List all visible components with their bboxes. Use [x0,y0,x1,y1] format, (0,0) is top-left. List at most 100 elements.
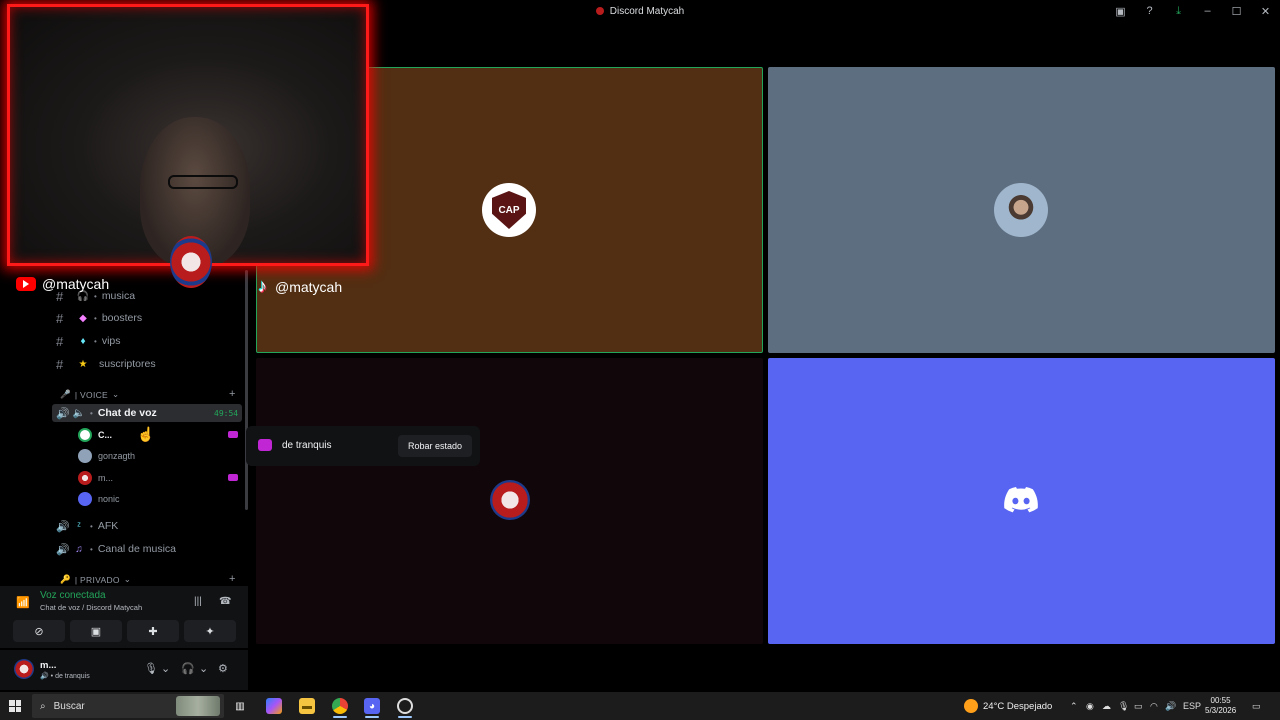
channel-vips[interactable]: # ♦ • vips [56,331,121,351]
search-highlight-image [176,696,220,716]
disconnect-icon[interactable]: ☎ [219,596,231,607]
battery-icon[interactable]: ▭ [1134,701,1143,712]
tiktok-handle: ♪ @matycah [258,276,343,296]
cap-avatar: CAP [482,183,536,237]
voice-member[interactable]: gonzagth [78,446,135,466]
webcam-overlay [7,4,369,266]
discord-taskbar-icon[interactable]: ◕ [364,698,380,714]
close-icon[interactable]: ✕ [1251,0,1280,22]
boost-icon: ◆ [79,312,87,324]
notifications-icon[interactable]: ▭ [1252,701,1261,712]
soundboard-icon: ✦ [205,625,215,638]
help-icon[interactable]: ? [1135,0,1164,22]
matycah-logo [170,236,212,288]
copilot-icon[interactable] [266,698,282,714]
cloud-icon[interactable]: ☁ [1102,701,1111,712]
chevron-down-icon: ⌄ [112,389,120,399]
user-panel [0,650,248,690]
discord-app: Discord Matycah ▣ ? ⤓ – ☐ ✕ # 🎧 • musica… [0,0,1280,720]
voice-channel-afk[interactable]: 🔊 ᶻ • AFK [56,516,118,536]
gear-icon[interactable]: ⚙ [218,662,228,675]
voice-channel-icon: 🔊 [56,544,70,556]
chevron-down-icon[interactable]: ⌄ [161,662,170,675]
tray-app-icon[interactable]: ◉ [1086,701,1094,712]
voice-connected-title[interactable]: Voz conectada [40,590,106,601]
avatar [78,428,92,442]
window-title: Discord Matycah [609,5,685,17]
chevron-down-icon[interactable]: ⌄ [199,662,208,675]
mic-icon[interactable]: 🎙 [144,662,158,675]
weather-widget[interactable]: 24°C Despejado [964,699,1052,713]
voice-channel-canal-de-musica[interactable]: 🔊 ♫ • Canal de musica [56,539,176,559]
headphones-icon[interactable]: 🎧 [181,662,195,675]
chrome-icon[interactable] [332,698,348,714]
language-indicator[interactable]: ESP [1183,701,1201,711]
task-view-icon[interactable]: ▥ [232,698,248,714]
category-voice[interactable]: 🎤 | VOICE ⌄ [60,389,119,400]
mic-tray-icon[interactable]: 🎙 [1118,701,1129,712]
star-icon: ★ [78,358,88,370]
screen-share-icon: ▣ [90,625,102,638]
wifi-icon[interactable]: ◠ [1150,701,1158,712]
channel-suscriptores[interactable]: # ★ suscriptores [56,354,156,374]
activities-button[interactable]: ✚ [127,620,179,642]
user-status: 🔊 • de tranquis [40,673,90,680]
zzz-icon: ᶻ [77,520,81,532]
volume-icon[interactable]: 🔊 [1165,701,1176,712]
discord-logo-icon [1004,487,1038,513]
activity-label: de tranquis [282,440,332,451]
steal-status-button[interactable]: Robar estado [398,435,472,457]
taskbar-search[interactable]: ⌕ Buscar [32,694,224,718]
voice-channel-chat-de-voz[interactable]: 🔊 🔈 • Chat de voz [56,403,157,423]
soundboard-button[interactable]: ✦ [184,620,236,642]
voice-channel-icon: 🔊 [56,408,70,420]
category-privado[interactable]: 🔑 | PRIVADO ⌄ [60,574,131,585]
add-channel-icon[interactable]: + [229,573,235,585]
taskbar-clock[interactable]: 00:55 5/3/2026 [1205,696,1236,716]
channel-boosters[interactable]: # ◆ • boosters [56,308,142,328]
weather-sun-icon [964,699,978,713]
download-icon[interactable]: ⤓ [1164,0,1193,22]
member-avatar [994,183,1048,237]
voice-connected-subtitle[interactable]: Chat de voz / Discord Matycah [40,603,142,612]
activity-popover: de tranquis Robar estado [246,426,480,466]
activity-icon [228,431,238,438]
maximize-icon[interactable]: ☐ [1222,0,1251,22]
webcam-glasses [168,175,238,189]
activities-icon: ✚ [148,625,158,638]
voice-member[interactable]: m... [78,468,113,488]
user-avatar[interactable] [14,659,34,679]
music-icon: ♫ [75,543,83,555]
minimize-icon[interactable]: – [1193,0,1222,22]
mic-icon: 🎤 [60,389,71,399]
speaker-icon: 🔈 [72,407,86,419]
mouse-cursor-icon: ☝ [137,426,155,442]
diamond-icon: ♦ [80,335,86,347]
tiktok-icon: ♪ [258,276,267,296]
camera-off-button[interactable]: ⊘ [13,620,65,642]
sidebar-scrollbar[interactable] [245,270,248,510]
signal-icon[interactable]: 📶 [16,596,30,609]
screen-share-button[interactable]: ▣ [70,620,122,642]
camera-off-icon: ⊘ [34,625,44,638]
voice-timer: 49:54 [214,409,239,418]
youtube-icon [16,277,36,291]
voice-member[interactable]: C... [78,425,112,445]
chrome-active-indicator [333,716,347,718]
noise-suppression-icon[interactable]: ||| [194,596,202,607]
key-icon: 🔑 [60,574,71,584]
add-channel-icon[interactable]: + [229,388,235,400]
file-explorer-icon[interactable]: ▬ [299,698,315,714]
obs-icon[interactable] [397,698,413,714]
cap-shield-icon: CAP [492,191,526,229]
activity-icon [228,474,238,481]
screen-icon[interactable]: ▣ [1106,0,1135,22]
chevron-up-icon[interactable]: ⌃ [1070,701,1078,712]
search-icon: ⌕ [40,700,46,712]
hash-icon: # [56,310,64,326]
voice-member[interactable]: nonic [78,489,120,509]
voice-channel-icon: 🔊 [56,521,70,533]
discord-active-indicator [365,716,379,718]
windows-start-icon[interactable] [9,700,21,712]
hash-icon: # [56,356,64,372]
